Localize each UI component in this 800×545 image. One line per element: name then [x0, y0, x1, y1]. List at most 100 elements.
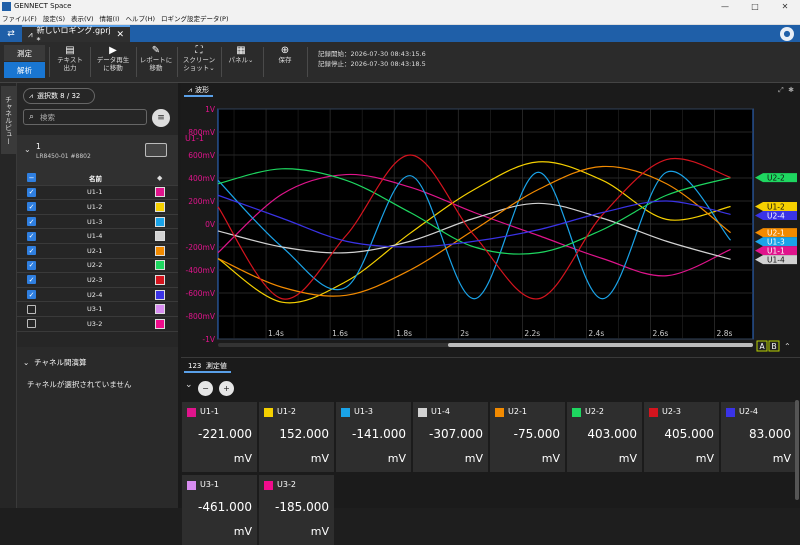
channel-name: U3-1 — [87, 305, 103, 314]
table-row[interactable]: ✓ U2-2 — [17, 259, 178, 274]
channel-calc-section: ⌄ チャネル間演算 チャネルが選択されていません — [17, 347, 178, 508]
channel-color-swatch — [341, 408, 350, 417]
channel-color-swatch[interactable] — [155, 216, 165, 227]
close-tab-icon[interactable]: ✕ — [116, 30, 124, 40]
scrollbar[interactable] — [795, 400, 799, 500]
channel-name: U1-3 — [87, 217, 103, 226]
report-button[interactable]: ✎ レポートに 移動 — [138, 45, 174, 72]
channel-color-swatch[interactable] — [155, 289, 165, 300]
channel-checkbox[interactable]: ✓ — [27, 202, 36, 212]
close-button[interactable]: ✕ — [770, 2, 800, 11]
channel-checkbox[interactable]: ✓ — [27, 217, 36, 227]
channel-view-tab[interactable]: チャネルビュー — [1, 86, 16, 154]
select-all-checkbox[interactable]: − — [27, 173, 36, 183]
measure-card[interactable]: U1-2 152.000 mV — [259, 402, 334, 472]
channel-color-swatch[interactable] — [155, 260, 165, 271]
color-column-icon: ◆ — [157, 173, 163, 182]
table-row[interactable]: ✓ U1-2 — [17, 200, 178, 215]
panel-button[interactable]: ▦ パネル⌄ — [225, 45, 257, 65]
table-row[interactable]: U3-1 — [17, 302, 178, 317]
table-row[interactable]: ✓ U2-4 — [17, 288, 178, 303]
table-row[interactable]: ✓ U1-3 — [17, 215, 178, 230]
waveform-chart[interactable]: 1V800mV600mV400mV200mV0V-200mV-400mV-600… — [181, 99, 800, 357]
logger-device-icon — [145, 143, 167, 157]
settings-icon[interactable]: ✱ — [788, 86, 794, 94]
minimize-button[interactable]: — — [710, 2, 740, 11]
channel-checkbox[interactable]: ✓ — [27, 187, 36, 197]
channel-color-swatch — [264, 408, 273, 417]
end-label-u2-1: U2-1 — [755, 228, 797, 238]
channel-checkbox[interactable]: ✓ — [27, 231, 36, 241]
channel-checkbox[interactable]: ✓ — [27, 290, 36, 300]
mode-analyze-button[interactable]: 解析 — [4, 62, 45, 78]
measure-unit: mV — [618, 452, 637, 465]
channel-color-swatch — [418, 408, 427, 417]
zoom-in-icon[interactable]: + — [219, 381, 234, 396]
channel-checkbox[interactable]: ✓ — [27, 260, 36, 270]
menu-settings[interactable]: 設定(S) — [43, 13, 65, 23]
measure-card[interactable]: U1-4 -307.000 mV — [413, 402, 488, 472]
table-row[interactable]: ✓ U2-3 — [17, 273, 178, 288]
device-header[interactable]: ⌄ 1 LR8450-01 #8802 — [17, 135, 178, 171]
save-button[interactable]: ⊕ 保存 — [270, 45, 300, 65]
measure-card[interactable]: U2-1 -75.000 mV — [490, 402, 565, 472]
search-icon: ⌕ — [29, 112, 35, 122]
channel-color-swatch — [187, 408, 196, 417]
measure-value: -75.000 — [513, 427, 560, 441]
mode-measure-button[interactable]: 測定 — [4, 45, 45, 61]
text-output-button[interactable]: ▤ テキスト 出力 — [53, 45, 87, 72]
table-row[interactable]: ✓ U1-4 — [17, 229, 178, 244]
menu-logging-data[interactable]: ロギング設定データ(P) — [161, 13, 229, 23]
channel-color-swatch[interactable] — [155, 318, 165, 329]
channel-checkbox[interactable] — [27, 319, 36, 329]
menu-file[interactable]: ファイル(F) — [2, 13, 37, 23]
table-row[interactable]: U3-2 — [17, 317, 178, 332]
screenshot-button[interactable]: ⛶ スクリーン ショット⌄ — [180, 45, 218, 72]
user-icon[interactable]: ● — [780, 26, 794, 41]
filter-icon[interactable]: ≡ — [152, 109, 170, 127]
measure-value: -461.000 — [198, 500, 252, 514]
tab-waveform[interactable]: ⩘ 波形 — [184, 85, 213, 97]
menu-view[interactable]: 表示(V) — [71, 13, 94, 23]
measure-card[interactable]: U1-1 -221.000 mV — [182, 402, 257, 472]
tab-bar: ⇄ ⩘ 新しいロギング.gprj * ✕ ● — [0, 25, 800, 45]
menu-help[interactable]: ヘルプ(H) — [126, 13, 155, 23]
channel-color-swatch[interactable] — [155, 245, 165, 256]
channel-name: U2-3 — [87, 275, 103, 284]
channel-checkbox[interactable]: ✓ — [27, 275, 36, 285]
channel-checkbox[interactable]: ✓ — [27, 246, 36, 256]
link-icon[interactable]: ⇄ — [0, 25, 22, 42]
table-row[interactable]: ✓ U1-1 — [17, 186, 178, 201]
measure-card[interactable]: U3-2 -185.000 mV — [259, 475, 334, 545]
tab-project[interactable]: ⩘ 新しいロギング.gprj * ✕ — [22, 25, 130, 45]
chevron-down-icon[interactable]: ⌄ — [24, 145, 31, 154]
wave-icon: ⩘ — [29, 91, 33, 100]
data-replay-button[interactable]: ▶ データ再生 に移動 — [93, 45, 133, 72]
channel-color-swatch[interactable] — [155, 187, 165, 198]
measure-card[interactable]: U2-3 405.000 mV — [644, 402, 719, 472]
channel-color-swatch[interactable] — [155, 274, 165, 285]
measure-card[interactable]: U2-2 403.000 mV — [567, 402, 642, 472]
channel-scale-label: U1-1 — [185, 134, 204, 143]
measure-card[interactable]: U1-3 -141.000 mV — [336, 402, 411, 472]
channel-color-swatch[interactable] — [155, 231, 165, 242]
table-row[interactable]: ✓ U2-1 — [17, 244, 178, 259]
zoom-out-icon[interactable]: − — [198, 381, 213, 396]
record-stop-text: 記録停止：2026-07-30 08:43:18.5 — [318, 60, 426, 68]
channel-color-swatch[interactable] — [155, 304, 165, 315]
measure-card[interactable]: U2-4 83.000 mV — [721, 402, 796, 472]
channel-calc-message: チャネルが選択されていません — [27, 380, 132, 389]
x-tick-label: 1.4s — [268, 329, 284, 338]
menu-info[interactable]: 情報(I) — [100, 13, 120, 23]
measure-card[interactable]: U3-1 -461.000 mV — [182, 475, 257, 545]
search-input[interactable]: ⌕ 検索 — [23, 109, 147, 125]
tab-measurement[interactable]: 123 測定値 — [184, 361, 231, 373]
measure-unit: mV — [387, 452, 406, 465]
expand-icon[interactable]: ⤢ — [778, 86, 784, 94]
channel-calc-title[interactable]: ⌄ チャネル間演算 — [23, 357, 87, 368]
chevron-down-icon[interactable]: ⌄ — [185, 380, 193, 390]
selected-count-badge[interactable]: ⩘ 選択数 8 / 32 — [23, 88, 95, 104]
maximize-button[interactable]: □ — [740, 2, 770, 11]
channel-color-swatch[interactable] — [155, 201, 165, 212]
channel-checkbox[interactable] — [27, 304, 36, 314]
